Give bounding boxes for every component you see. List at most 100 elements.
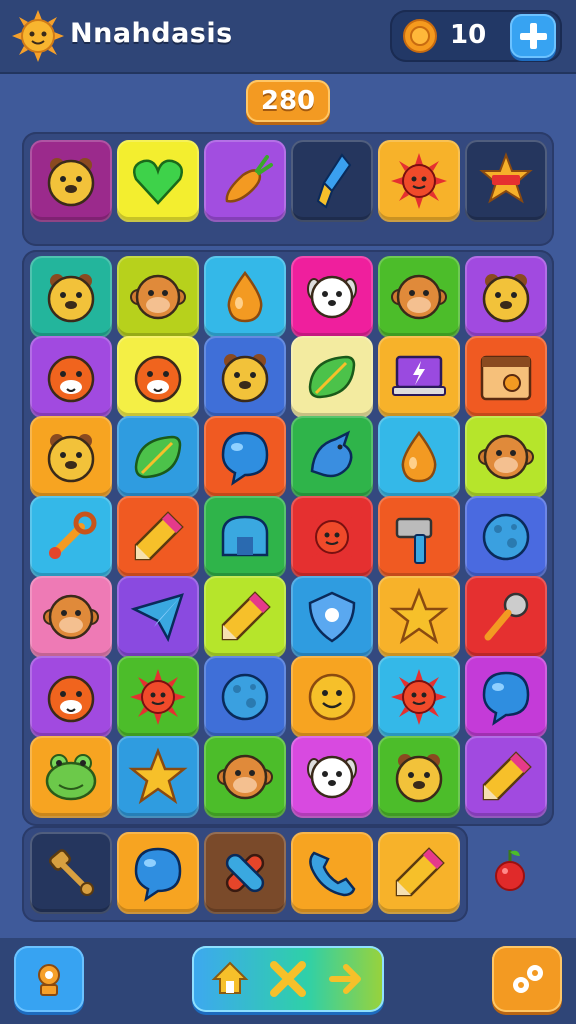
badge-star-icon bbox=[479, 152, 533, 204]
board-tile[interactable] bbox=[291, 496, 373, 578]
plane-icon bbox=[130, 593, 184, 643]
mallet-icon bbox=[48, 849, 94, 896]
board-tile[interactable] bbox=[117, 496, 199, 578]
plus-icon bbox=[520, 23, 547, 49]
bear-icon bbox=[47, 158, 95, 207]
cherry-icon[interactable] bbox=[490, 846, 530, 896]
arrow-icon[interactable] bbox=[326, 959, 366, 999]
top-row-tile[interactable] bbox=[204, 140, 286, 222]
microphone-icon bbox=[484, 592, 529, 641]
trophy-button[interactable] bbox=[14, 946, 84, 1012]
home-icon[interactable] bbox=[210, 959, 250, 999]
planet-icon bbox=[482, 513, 530, 561]
board-tile[interactable] bbox=[30, 576, 112, 658]
chat-bubble-icon bbox=[221, 431, 269, 486]
sun-mascot-icon bbox=[12, 10, 64, 62]
chat-bubble-icon bbox=[482, 671, 530, 726]
bear-icon bbox=[221, 354, 269, 403]
wrench-icon bbox=[49, 511, 97, 559]
monkey-icon bbox=[478, 434, 534, 480]
board-tile[interactable] bbox=[378, 736, 460, 818]
rocket-icon bbox=[316, 153, 352, 209]
board-tile[interactable] bbox=[465, 416, 547, 498]
dog-icon bbox=[307, 755, 357, 799]
board-tile[interactable] bbox=[378, 496, 460, 578]
bottom-bar bbox=[0, 938, 576, 1024]
board-tile[interactable] bbox=[378, 656, 460, 738]
top-row-tile[interactable] bbox=[378, 140, 460, 222]
bottom-row-tile[interactable] bbox=[204, 832, 286, 914]
top-row-tile[interactable] bbox=[30, 140, 112, 222]
drop-icon bbox=[401, 430, 437, 483]
board-tile[interactable] bbox=[204, 496, 286, 578]
star-icon bbox=[128, 747, 188, 805]
board-tile[interactable] bbox=[204, 336, 286, 418]
board-tile[interactable] bbox=[204, 656, 286, 738]
monkey-icon bbox=[43, 594, 99, 640]
board-tile[interactable] bbox=[117, 736, 199, 818]
board-tile[interactable] bbox=[30, 496, 112, 578]
board-tile[interactable] bbox=[465, 736, 547, 818]
board-tile[interactable] bbox=[291, 656, 373, 738]
leaf-icon bbox=[134, 435, 182, 479]
board-tile[interactable] bbox=[30, 736, 112, 818]
shield-icon bbox=[308, 591, 356, 643]
board-tile[interactable] bbox=[30, 336, 112, 418]
top-row-tile[interactable] bbox=[465, 140, 547, 222]
house-icon bbox=[221, 515, 269, 557]
bear-icon bbox=[482, 274, 530, 323]
board-tile[interactable] bbox=[465, 336, 547, 418]
board-tile[interactable] bbox=[30, 416, 112, 498]
heart-icon bbox=[133, 159, 183, 205]
action-bar bbox=[192, 946, 384, 1012]
board-tile[interactable] bbox=[465, 256, 547, 338]
board-tile[interactable] bbox=[117, 256, 199, 338]
bottom-row-tile[interactable] bbox=[30, 832, 112, 914]
board-tile[interactable] bbox=[204, 576, 286, 658]
board-tile[interactable] bbox=[465, 496, 547, 578]
shuffle-icon[interactable] bbox=[268, 959, 308, 999]
board-tile[interactable] bbox=[291, 256, 373, 338]
board-tile[interactable] bbox=[117, 416, 199, 498]
bandage-icon bbox=[225, 853, 265, 893]
add-coins-button[interactable] bbox=[510, 14, 556, 58]
top-row-tile[interactable] bbox=[117, 140, 199, 222]
smiley-icon bbox=[308, 673, 356, 721]
board-tile[interactable] bbox=[30, 256, 112, 338]
settings-button[interactable] bbox=[492, 946, 562, 1012]
board-tile[interactable] bbox=[378, 576, 460, 658]
board-tile[interactable] bbox=[117, 656, 199, 738]
board-tile[interactable] bbox=[291, 416, 373, 498]
board-tile[interactable] bbox=[291, 736, 373, 818]
tiger-icon bbox=[47, 675, 95, 723]
board-tile[interactable] bbox=[378, 336, 460, 418]
pencil-icon bbox=[221, 591, 271, 641]
star-icon bbox=[389, 587, 449, 645]
board-tile[interactable] bbox=[204, 256, 286, 338]
calendar-icon bbox=[480, 355, 532, 401]
bottom-row-tile[interactable] bbox=[291, 832, 373, 914]
bear-icon bbox=[47, 274, 95, 323]
leaf-icon bbox=[308, 355, 356, 399]
bottom-row-tile[interactable] bbox=[117, 832, 199, 914]
board-tile[interactable] bbox=[291, 336, 373, 418]
board-tile[interactable] bbox=[204, 736, 286, 818]
coin-count: 10 bbox=[450, 20, 487, 50]
board-tile[interactable] bbox=[378, 256, 460, 338]
bottom-row-tile[interactable] bbox=[378, 832, 460, 914]
monkey-icon bbox=[217, 754, 273, 800]
board-tile[interactable] bbox=[30, 656, 112, 738]
frog-icon bbox=[45, 754, 97, 801]
board-tile[interactable] bbox=[117, 336, 199, 418]
top-row-tile[interactable] bbox=[291, 140, 373, 222]
monkey-icon bbox=[130, 274, 186, 320]
laptop-icon bbox=[392, 355, 446, 396]
tiger-icon bbox=[134, 355, 182, 403]
board-tile[interactable] bbox=[465, 656, 547, 738]
board-tile[interactable] bbox=[204, 416, 286, 498]
pencil-icon bbox=[395, 847, 445, 897]
board-tile[interactable] bbox=[465, 576, 547, 658]
board-tile[interactable] bbox=[291, 576, 373, 658]
board-tile[interactable] bbox=[378, 416, 460, 498]
board-tile[interactable] bbox=[117, 576, 199, 658]
